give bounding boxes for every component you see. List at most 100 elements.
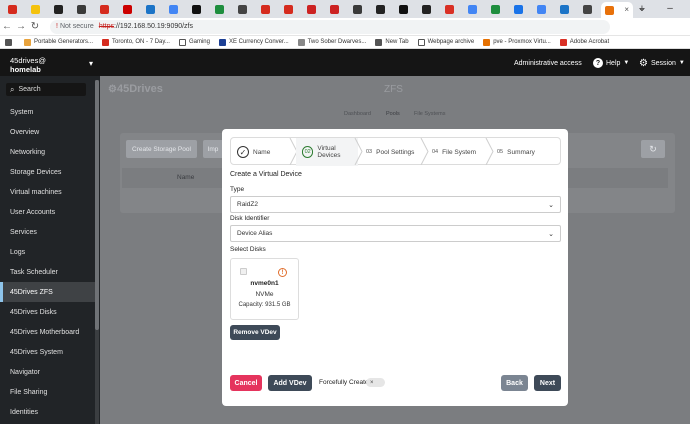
forcefully-create-toggle[interactable]: × xyxy=(366,378,385,387)
sidebar-item-45drives-zfs[interactable]: 45Drives ZFS xyxy=(0,282,95,302)
browser-tab[interactable] xyxy=(532,2,550,16)
next-label: Next xyxy=(539,379,556,387)
browser-tab[interactable] xyxy=(233,2,251,16)
subtab-pools[interactable]: Pools xyxy=(386,111,400,117)
wizard-step-4: 04 File System xyxy=(426,138,489,166)
browser-tab[interactable] xyxy=(256,2,274,16)
sidebar-scrollbar-thumb[interactable] xyxy=(95,80,99,330)
disk-identifier-select[interactable]: Device Alias ⌄ xyxy=(230,225,561,242)
sidebar-item-identities[interactable]: Identities xyxy=(0,402,95,422)
browser-tab[interactable] xyxy=(348,2,366,16)
pdf-icon xyxy=(559,38,567,46)
bookmark-item[interactable] xyxy=(5,38,15,46)
browser-tab[interactable] xyxy=(417,2,435,16)
subtab-dashboard[interactable]: Dashboard xyxy=(344,111,371,117)
disk-checkbox[interactable] xyxy=(240,268,247,275)
sidebar-item-label: Networking xyxy=(10,148,46,156)
browser-tab[interactable] xyxy=(325,2,343,16)
next-button[interactable]: Next xyxy=(534,375,561,391)
bookmark-item[interactable]: pve - Proxmox Virtu... xyxy=(483,38,551,46)
red-car-icon xyxy=(329,4,339,14)
close-window-icon[interactable]: ✕ xyxy=(684,3,690,14)
sidebar-item-45drives-system[interactable]: 45Drives System xyxy=(0,342,95,362)
back-arrow-icon[interactable]: ← xyxy=(0,21,14,32)
section-title: Create a Virtual Device xyxy=(230,171,302,178)
help-menu-button[interactable]: ? Help ▼ xyxy=(593,57,629,69)
refresh-button[interactable]: ↻ xyxy=(641,140,665,158)
step-number: 05 xyxy=(497,149,504,155)
browser-tab[interactable] xyxy=(187,2,205,16)
bookmark-item[interactable]: Portable Generators... xyxy=(24,38,93,46)
bookmark-item[interactable]: Two Sober Dwarves... xyxy=(297,38,367,46)
sidebar-item-services[interactable]: Services xyxy=(0,222,95,242)
sidebar-item-file-sharing[interactable]: File Sharing xyxy=(0,382,95,402)
sidebar-item-logs[interactable]: Logs xyxy=(0,242,95,262)
bookmark-label: Two Sober Dwarves... xyxy=(307,39,367,45)
search-placeholder: Search xyxy=(18,86,41,93)
browser-tab[interactable] xyxy=(578,2,596,16)
browser-tab[interactable] xyxy=(371,2,389,16)
browser-tab[interactable] xyxy=(3,2,21,16)
browser-tab[interactable] xyxy=(463,2,481,16)
browser-tab[interactable] xyxy=(95,2,113,16)
sidebar-item-virtual-machines[interactable]: Virtual machines xyxy=(0,182,95,202)
bookmark-label: XE Currency Conver... xyxy=(228,39,289,45)
bookmark-label: Webpage archive xyxy=(427,39,475,45)
sidebar-item-45drives-motherboard[interactable]: 45Drives Motherboard xyxy=(0,322,95,342)
bookmark-item[interactable]: Gaming xyxy=(178,38,210,46)
host-switcher[interactable]: 45drives@ homelab xyxy=(10,56,46,74)
sidebar-item-system[interactable]: System xyxy=(0,102,95,122)
remove-vdev-button[interactable]: Remove VDev xyxy=(230,325,280,340)
browser-tab[interactable] xyxy=(279,2,297,16)
browser-tab[interactable] xyxy=(486,2,504,16)
green-square-icon xyxy=(214,4,224,14)
browser-tab[interactable] xyxy=(118,2,136,16)
browser-tab[interactable] xyxy=(302,2,320,16)
bookmark-item[interactable]: Adobe Acrobat xyxy=(559,38,609,46)
reload-icon[interactable]: ↻ xyxy=(28,21,42,32)
browser-tab[interactable] xyxy=(141,2,159,16)
browser-tab[interactable] xyxy=(509,2,527,16)
create-storage-pool-button[interactable]: Create Storage Pool xyxy=(126,140,197,158)
session-menu-button[interactable]: ⚙ Session ▼ xyxy=(639,57,685,69)
sidebar-item-navigator[interactable]: Navigator xyxy=(0,362,95,382)
sidebar-item-networking[interactable]: Networking xyxy=(0,142,95,162)
sidebar-item-45drives-disks[interactable]: 45Drives Disks xyxy=(0,302,95,322)
bookmark-item[interactable]: XE Currency Conver... xyxy=(218,38,289,46)
browser-tab[interactable] xyxy=(440,2,458,16)
url-field[interactable]: ! Not secure https ://192.168.50.19:9090… xyxy=(50,19,610,34)
globe-icon xyxy=(375,38,383,46)
bookmark-item[interactable]: New Tab xyxy=(375,38,409,46)
sidebar-item-task-scheduler[interactable]: Task Scheduler xyxy=(0,262,95,282)
toggle-x-icon: × xyxy=(370,379,374,386)
sidebar-item-label: Task Scheduler xyxy=(10,268,58,276)
minimize-icon[interactable]: – xyxy=(656,3,684,14)
sidebar-item-user-accounts[interactable]: User Accounts xyxy=(0,202,95,222)
browser-tab[interactable] xyxy=(164,2,182,16)
import-pool-button[interactable]: Imp xyxy=(203,140,223,158)
bookmark-item[interactable]: Webpage archive xyxy=(417,38,475,46)
forward-arrow-icon[interactable]: → xyxy=(14,21,28,32)
browser-tab[interactable] xyxy=(26,2,44,16)
sidebar-item-overview[interactable]: Overview xyxy=(0,122,95,142)
browser-tab[interactable] xyxy=(49,2,67,16)
admin-access-button[interactable]: Administrative access xyxy=(514,58,582,68)
host-menu-chevron-icon[interactable]: ▾ xyxy=(89,59,93,68)
sidebar-item-storage-devices[interactable]: Storage Devices xyxy=(0,162,95,182)
browser-tab[interactable] xyxy=(394,2,412,16)
not-secure-label[interactable]: Not secure xyxy=(60,23,94,30)
disk-identifier-value: Device Alias xyxy=(237,230,273,237)
back-button[interactable]: Back xyxy=(501,375,528,391)
type-select[interactable]: RaidZ2 ⌄ xyxy=(230,196,561,213)
sidebar-search-input[interactable]: ⌕ Search xyxy=(6,83,86,96)
cancel-button[interactable]: Cancel xyxy=(230,375,262,391)
bookmark-item[interactable]: Toronto, ON - 7 Day... xyxy=(102,38,170,46)
browser-tab[interactable] xyxy=(210,2,228,16)
disk-name: nvme0n1 xyxy=(250,280,279,287)
add-vdev-button[interactable]: Add VDev xyxy=(268,375,312,391)
a-icon xyxy=(375,4,385,14)
browser-tab[interactable] xyxy=(555,2,573,16)
tab-search-icon[interactable]: ⌄ xyxy=(628,3,656,14)
subtab-file-systems[interactable]: File Systems xyxy=(414,111,445,117)
browser-tab[interactable] xyxy=(72,2,90,16)
